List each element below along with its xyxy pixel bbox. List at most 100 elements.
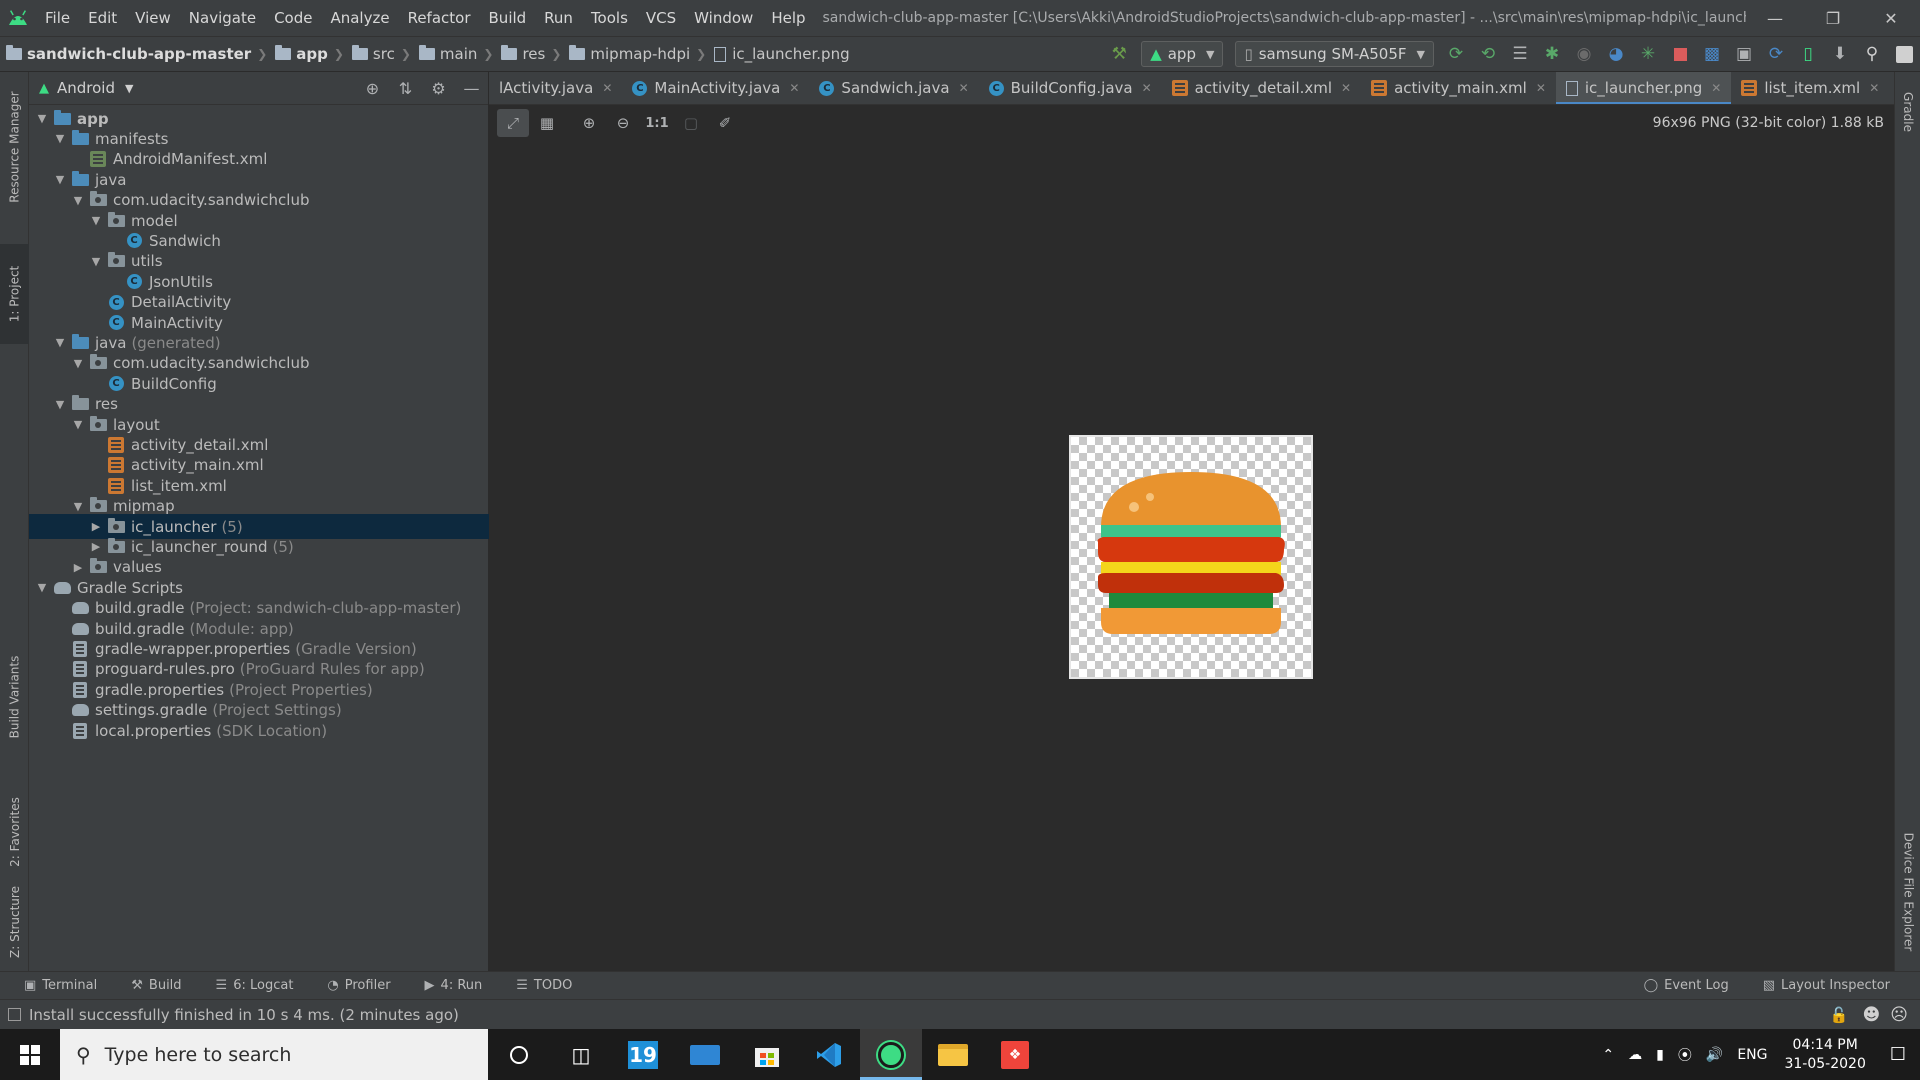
editor-tab[interactable]: C Sandwich.java ✕ (809, 72, 978, 104)
expanded-arrow-icon[interactable]: ▼ (67, 418, 89, 431)
start-button[interactable] (0, 1029, 60, 1080)
apply-code-changes-icon[interactable]: ⟲ (1472, 38, 1504, 70)
breadcrumb-item[interactable]: src (346, 45, 399, 63)
minimize-button[interactable]: — (1746, 0, 1804, 36)
device-manager-icon[interactable]: ▯ (1792, 38, 1824, 70)
fit-zoom-icon[interactable]: ▢ (675, 109, 707, 137)
expanded-arrow-icon[interactable]: ▼ (85, 214, 107, 227)
close-tab-icon[interactable]: ✕ (1142, 81, 1152, 95)
run-with-coverage-icon[interactable]: ◉ (1568, 38, 1600, 70)
menu-build[interactable]: Build (480, 0, 536, 36)
menu-code[interactable]: Code (265, 0, 321, 36)
grid-icon[interactable]: ▦ (531, 109, 563, 137)
run-config-select[interactable]: ▲ app ▼ (1141, 41, 1224, 67)
editor-tab[interactable]: lActivity.java ✕ (489, 72, 622, 104)
menu-file[interactable]: File (36, 0, 79, 36)
close-window-button[interactable]: ✕ (1862, 0, 1920, 36)
device-file-explorer-tab[interactable]: Device File Explorer (1895, 812, 1920, 972)
calendar-app-icon[interactable]: 19 (612, 1029, 674, 1080)
menu-tools[interactable]: Tools (582, 0, 637, 36)
editor-tab[interactable]: ic_launcher.png ✕ (1555, 72, 1732, 104)
tool-window-run[interactable]: ▶ 4: Run (415, 978, 493, 993)
taskbar-search-box[interactable]: ⚲ Type here to search (60, 1029, 488, 1080)
expanded-arrow-icon[interactable]: ▼ (85, 255, 107, 268)
stop-icon[interactable] (1664, 38, 1696, 70)
notification-icon[interactable]: ☐ (1876, 1044, 1920, 1065)
fit-to-window-icon[interactable]: ⤢ (497, 109, 529, 137)
tool-window-todo[interactable]: ☰ TODO (506, 978, 582, 993)
debug-icon[interactable]: ✱ (1536, 38, 1568, 70)
expanded-arrow-icon[interactable]: ▼ (31, 581, 53, 594)
expanded-arrow-icon[interactable]: ▼ (49, 398, 71, 411)
close-tab-icon[interactable]: ✕ (789, 81, 799, 95)
feedback-icon[interactable]: ☹ (1890, 1005, 1908, 1025)
apply-changes-restart-icon[interactable]: ⟳ (1440, 38, 1472, 70)
editor-tab[interactable]: C BuildConfig.java ✕ (979, 72, 1162, 104)
breadcrumb-item[interactable]: main (413, 45, 481, 63)
tool-window-event-log[interactable]: ◯ Event Log (1634, 978, 1739, 993)
menu-navigate[interactable]: Navigate (180, 0, 265, 36)
zoom-out-icon[interactable]: ⊖ (607, 109, 639, 137)
tool-window-logcat[interactable]: ☰ 6: Logcat (206, 978, 304, 993)
zoom-in-icon[interactable]: ⊕ (573, 109, 605, 137)
attach-debugger-icon[interactable]: ✳ (1632, 38, 1664, 70)
close-tab-icon[interactable]: ✕ (1341, 81, 1351, 95)
expanded-arrow-icon[interactable]: ▼ (67, 500, 89, 513)
locate-file-icon[interactable]: ⊕ (356, 79, 389, 98)
search-icon[interactable]: ⚲ (1856, 38, 1888, 70)
vscode-app-icon[interactable] (798, 1029, 860, 1080)
breadcrumb-item[interactable]: mipmap-hdpi (563, 45, 694, 63)
breadcrumb-item[interactable]: app (269, 45, 332, 63)
expanded-arrow-icon[interactable]: ▼ (67, 357, 89, 370)
project-structure-icon[interactable]: ▩ (1696, 38, 1728, 70)
lock-icon[interactable]: 🔓 (1830, 1006, 1849, 1024)
hide-panel-icon[interactable]: — (455, 79, 488, 98)
restore-button[interactable]: ❐ (1804, 0, 1862, 36)
breadcrumb-item[interactable]: res (495, 45, 549, 63)
tool-window-layout-inspector[interactable]: ▧ Layout Inspector (1753, 978, 1900, 993)
mail-app-icon[interactable] (674, 1029, 736, 1080)
menu-analyze[interactable]: Analyze (321, 0, 398, 36)
collapsed-arrow-icon[interactable]: ▶ (67, 561, 89, 574)
avd-manager-icon[interactable]: ▣ (1728, 38, 1760, 70)
menu-run[interactable]: Run (535, 0, 582, 36)
menu-view[interactable]: View (126, 0, 180, 36)
build-variants-tab[interactable]: Build Variants (0, 627, 29, 767)
clock[interactable]: 04:14 PM 31-05-2020 (1774, 1036, 1875, 1074)
menu-edit[interactable]: Edit (79, 0, 126, 36)
menu-refactor[interactable]: Refactor (399, 0, 480, 36)
expanded-arrow-icon[interactable]: ▼ (49, 132, 71, 145)
project-view-select[interactable]: ▲ Android ▼ (29, 79, 133, 97)
editor-tab[interactable]: activity_detail.xml ✕ (1162, 72, 1361, 104)
file-explorer-app-icon[interactable] (922, 1029, 984, 1080)
tool-window-build[interactable]: ⚒ Build (121, 978, 191, 993)
make-project-hammer-icon[interactable]: ⚒ (1103, 38, 1135, 70)
gradle-tab[interactable]: Gradle (1895, 72, 1920, 152)
expanded-arrow-icon[interactable]: ▼ (31, 112, 53, 125)
tree-item[interactable]: local.properties (SDK Location) (29, 718, 489, 743)
menu-help[interactable]: Help (762, 0, 814, 36)
actual-size-button[interactable]: 1:1 (641, 109, 673, 137)
chevron-up-icon[interactable]: ⌃ (1595, 1047, 1621, 1063)
collapsed-arrow-icon[interactable]: ▶ (85, 520, 107, 533)
editor-tab[interactable]: list_item.xml ✕ (1731, 72, 1889, 104)
menu-window[interactable]: Window (685, 0, 762, 36)
account-icon[interactable] (1888, 38, 1920, 70)
expanded-arrow-icon[interactable]: ▼ (49, 336, 71, 349)
status-toggle-icon[interactable] (8, 1008, 21, 1021)
store-app-icon[interactable] (736, 1029, 798, 1080)
wifi-icon[interactable]: ⦿ (1671, 1045, 1699, 1065)
battery-icon[interactable]: ▮ (1649, 1047, 1671, 1063)
coverage-icon[interactable]: ☰ (1504, 38, 1536, 70)
gear-icon[interactable]: ⚙ (422, 79, 455, 98)
close-tab-icon[interactable]: ✕ (1869, 81, 1879, 95)
cortana-button[interactable] (488, 1029, 550, 1080)
close-tab-icon[interactable]: ✕ (959, 81, 969, 95)
close-tab-icon[interactable]: ✕ (1536, 81, 1546, 95)
device-select[interactable]: ▯ samsung SM-A505F ▼ (1235, 41, 1434, 67)
expanded-arrow-icon[interactable]: ▼ (67, 194, 89, 207)
breadcrumb-item[interactable]: sandwich-club-app-master (0, 45, 255, 63)
anydesk-app-icon[interactable]: ❖ (984, 1029, 1046, 1080)
color-picker-icon[interactable]: ✐ (709, 109, 741, 137)
android-studio-app-icon[interactable] (860, 1029, 922, 1080)
